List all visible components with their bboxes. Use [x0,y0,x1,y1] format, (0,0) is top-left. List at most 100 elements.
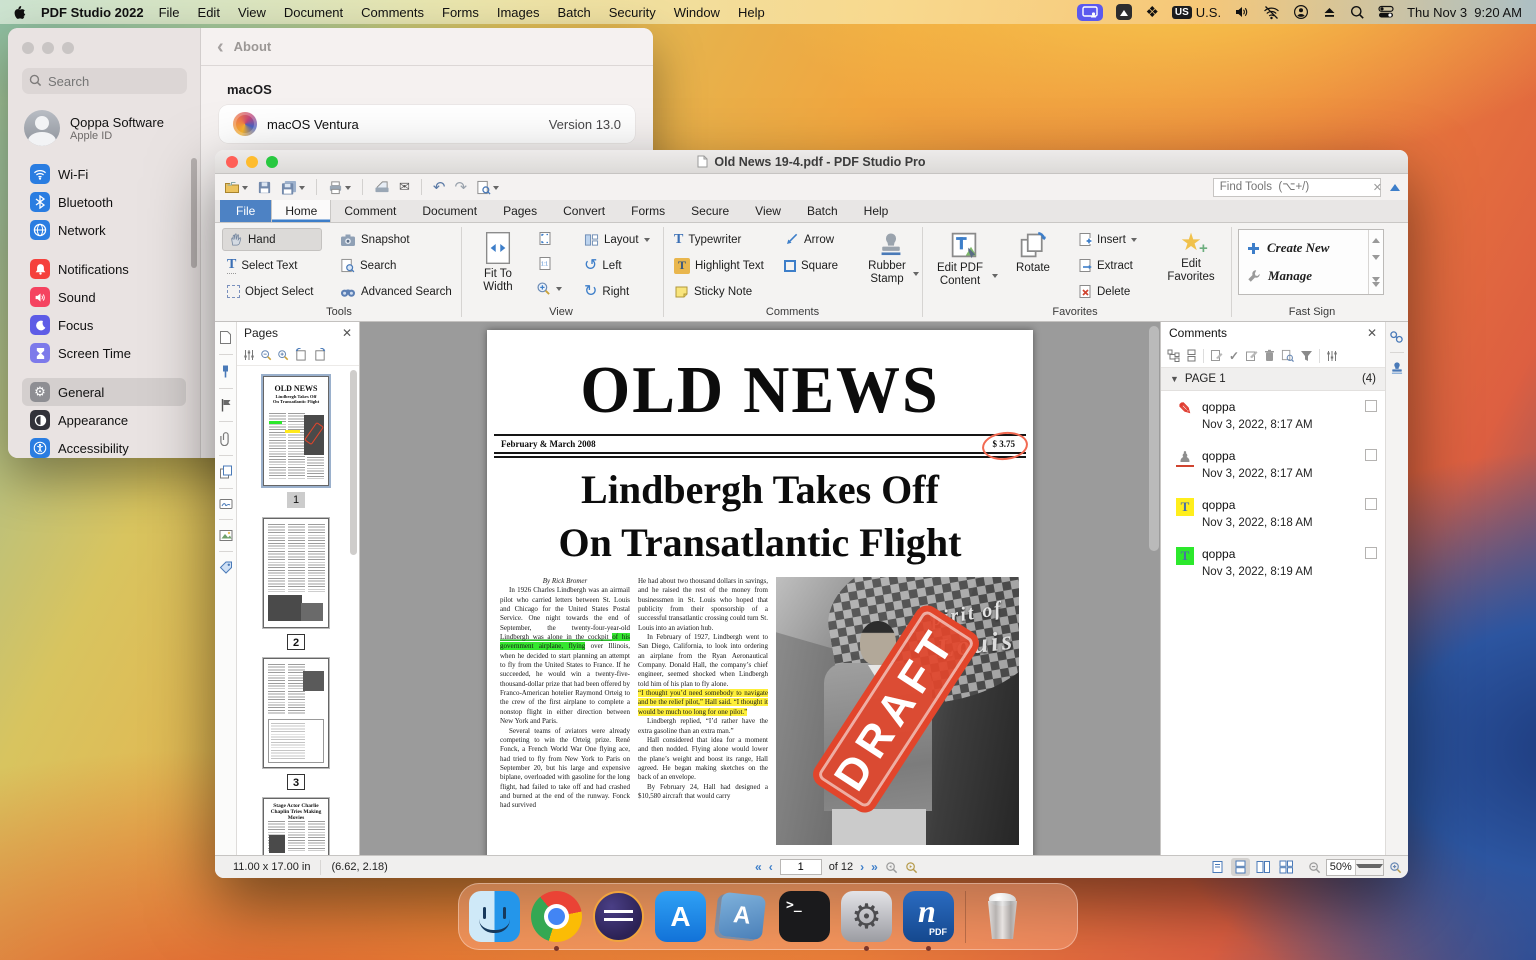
save-button[interactable] [256,179,273,196]
menu-item[interactable]: Edit [198,5,220,20]
sticky-note-button[interactable]: Sticky Note [669,280,757,303]
comment-item[interactable]: qoppa Nov 3, 2022, 8:18 AM [1161,489,1385,538]
manage-signatures-button[interactable]: Manage [1247,268,1360,284]
continuous-layout-icon[interactable] [1231,858,1250,876]
mark-reviewed-icon[interactable]: ✓ [1229,349,1239,363]
linked-comments-panel-icon[interactable] [1389,330,1404,344]
dock-pdf-studio-icon[interactable]: nPDF [903,891,954,942]
menu-item[interactable]: Batch [557,5,590,20]
sidebar-item-focus[interactable]: Focus [22,311,186,339]
minimize-button[interactable] [42,42,54,54]
apple-id-row[interactable]: Qoppa Software Apple ID [24,110,186,146]
sidebar-item-sound[interactable]: Sound [22,283,186,311]
comment-checkbox[interactable] [1365,400,1377,412]
input-source-menu[interactable]: US U.S. [1172,5,1221,20]
active-app-name[interactable]: PDF Studio 2022 [41,5,144,20]
export-image-panel-icon[interactable] [219,529,233,542]
comment-item[interactable]: qoppa Nov 3, 2022, 8:17 AM [1161,391,1385,440]
create-new-signature-button[interactable]: Create New [1247,240,1360,256]
edit-favorites-button[interactable]: ★+ Edit Favorites [1160,225,1222,284]
comment-checkbox[interactable] [1365,498,1377,510]
preview-button[interactable] [475,179,500,196]
square-tool-button[interactable]: Square [779,254,843,277]
menu-item[interactable]: View [238,5,266,20]
ribbon-tab[interactable]: Document [409,200,490,222]
clear-find-icon[interactable]: ✕ [1373,181,1382,194]
rotate-right-button[interactable]: ↻Right [579,280,634,303]
delete-comment-icon[interactable] [1264,349,1275,362]
menu-bar-clock[interactable]: Thu Nov 3 9:20 AM [1407,5,1522,20]
volume-icon[interactable] [1234,4,1250,20]
highlight-text-button[interactable]: THighlight Text [669,254,769,277]
save-all-button[interactable] [280,179,306,196]
ribbon-tab[interactable]: Help [851,200,902,222]
edit-pdf-content-button[interactable]: Edit PDF Content [929,225,999,288]
fit-to-width-button[interactable]: Fit To Width [467,225,529,294]
search-button[interactable]: Search [335,254,401,277]
ribbon-tab[interactable]: Pages [490,200,550,222]
fast-sign-scroll[interactable] [1368,230,1383,294]
close-button[interactable] [22,42,34,54]
email-button[interactable]: ✉ [398,178,411,196]
page-thumbnail-1[interactable]: OLD NEWS Lindbergh Takes Off On Transatl… [263,376,329,486]
insert-pages-button[interactable]: Insert [1073,228,1142,251]
sidebar-item-notifications[interactable]: Notifications [22,255,186,283]
page-thumbnails-panel-icon[interactable] [219,330,232,345]
rotate-left-button[interactable]: ↺Left [579,254,627,277]
zoom-in-thumbnails-icon[interactable] [277,349,289,361]
page-number-3[interactable]: 3 [287,774,305,790]
ribbon-tab[interactable]: Home [271,200,331,222]
facing-continuous-layout-icon[interactable] [1277,858,1296,876]
attachments-panel-icon[interactable] [220,431,231,446]
dock-chrome-icon[interactable] [531,891,582,942]
zoom-button[interactable] [62,42,74,54]
dock-terminal-icon[interactable]: >_ [779,891,830,942]
layout-button[interactable]: Layout [579,228,655,251]
redo-button[interactable]: ↷ [453,177,468,197]
extract-pages-button[interactable]: Extract [1073,254,1138,277]
destinations-panel-icon[interactable] [219,465,233,479]
sidebar-item-general[interactable]: ⚙General [22,378,186,406]
back-chevron-icon[interactable]: ‹ [217,37,224,57]
menu-item[interactable]: Comments [361,5,424,20]
ribbon-tab[interactable]: File [220,200,271,222]
menu-item[interactable]: Help [738,5,765,20]
object-select-button[interactable]: Object Select [222,280,318,303]
typewriter-button[interactable]: TTypewriter [669,228,746,251]
pdf-title-bar[interactable]: Old News 19-4.pdf - PDF Studio Pro [215,150,1408,174]
close-button[interactable] [226,156,238,168]
spotlight-icon[interactable] [1350,5,1365,20]
ribbon-tab[interactable]: Comment [331,200,409,222]
dock-system-settings-icon[interactable]: ⚙ [841,891,892,942]
page-thumbnail-2[interactable] [263,518,329,628]
page-thumbnail-4[interactable]: Stage Actor Charlie Chaplin Tries Making… [263,798,329,855]
open-button[interactable] [223,179,249,195]
ribbon-tab[interactable]: View [742,200,794,222]
ribbon-tab[interactable]: Convert [550,200,618,222]
ribbon-tab[interactable]: Secure [678,200,742,222]
filter-comments-icon[interactable] [1300,350,1313,362]
print-button[interactable] [327,179,352,196]
comment-checkbox[interactable] [1365,449,1377,461]
page-number-2[interactable]: 2 [287,634,305,650]
close-pages-panel-icon[interactable]: ✕ [342,326,352,340]
expand-comments-icon[interactable] [1167,349,1180,362]
zoom-in-icon[interactable] [1389,861,1402,874]
next-view-icon[interactable] [905,861,918,874]
dock-eclipse-icon[interactable] [593,891,644,942]
comment-item[interactable]: qoppa Nov 3, 2022, 8:19 AM [1161,538,1385,587]
ribbon-tab[interactable]: Batch [794,200,851,222]
tags-panel-icon[interactable] [219,561,233,575]
comments-options-icon[interactable] [1326,350,1338,362]
zoom-level-select[interactable]: 50% [1326,859,1384,876]
undo-button[interactable]: ↶ [432,177,447,197]
document-scrollbar[interactable] [1149,326,1159,551]
signature-pad-panel-icon[interactable] [219,498,233,510]
stamps-panel-icon[interactable] [1390,361,1404,375]
previous-view-icon[interactable] [885,861,898,874]
menu-item[interactable]: Security [609,5,656,20]
last-page-button[interactable]: » [871,860,878,874]
current-page-input[interactable] [780,859,822,875]
menu-item[interactable]: Forms [442,5,479,20]
facing-layout-icon[interactable] [1254,858,1273,876]
